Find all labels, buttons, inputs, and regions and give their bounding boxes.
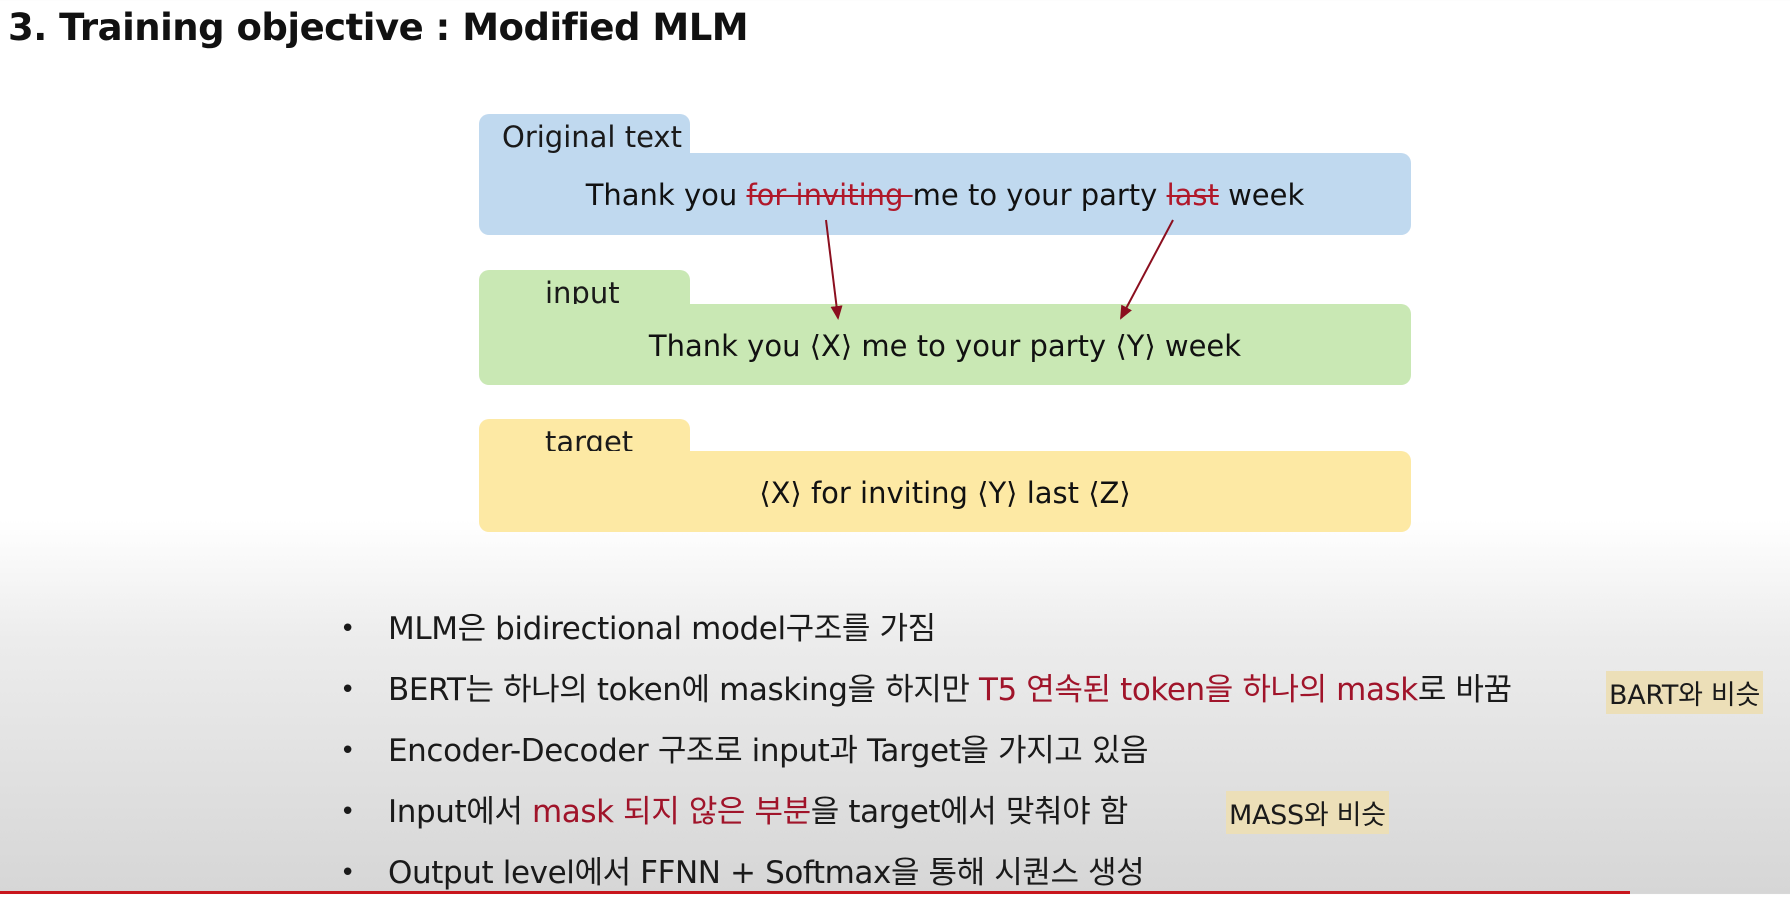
bullet-dot: • [340, 858, 355, 888]
bullet-dot: • [340, 797, 355, 827]
bullet-item-3: • Encoder-Decoder 구조로 input과 Target을 가지고… [340, 728, 1512, 789]
bullet-item-5: • Output level에서 FFNN + Softmax을 통해 시퀀스 … [340, 850, 1512, 911]
note-bart-similar: BART와 비슷 [1606, 671, 1763, 714]
bullet-text: Output level에서 FFNN + Softmax을 통해 시퀀스 생성 [388, 855, 1145, 891]
bullet-text-pre: Input에서 [388, 794, 532, 830]
bullet-list: • MLM은 bidirectional model구조를 가짐 • BERT는… [340, 606, 1512, 911]
bullet-text: MLM은 bidirectional model구조를 가짐 [388, 611, 936, 647]
arrow-to-x [825, 219, 843, 320]
bullet-item-2: • BERT는 하나의 token에 masking을 하지만 T5 연속된 t… [340, 667, 1512, 728]
bullet-text-highlight: mask 되지 않은 부분 [531, 794, 811, 830]
bullet-text-post: 로 바꿈 [1417, 672, 1512, 708]
bullet-text: Encoder-Decoder 구조로 input과 Target을 가지고 있… [388, 733, 1149, 769]
bullet-text-pre: BERT는 하나의 token에 masking을 하지만 [388, 672, 979, 708]
bullet-item-1: • MLM은 bidirectional model구조를 가짐 [340, 606, 1512, 667]
bullet-text-post: 을 target에서 맞춰야 함 [810, 794, 1128, 830]
bullet-dot: • [340, 675, 355, 705]
bullet-dot: • [340, 736, 355, 766]
bullet-text-highlight: T5 연속된 token을 하나의 mask [978, 672, 1418, 708]
note-mass-similar: MASS와 비슷 [1226, 791, 1389, 834]
arrow-to-y [1120, 219, 1174, 320]
bullet-dot: • [340, 614, 355, 644]
